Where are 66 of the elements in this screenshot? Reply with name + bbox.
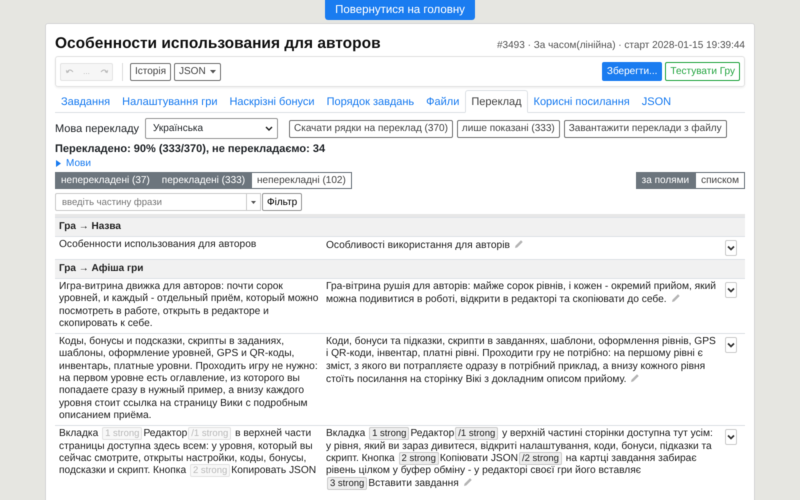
search-dropdown-button[interactable] [247,193,261,211]
translation-text: Особливості використання для авторів [326,239,720,256]
pencil-icon[interactable] [462,477,473,488]
chevron-down-icon [727,434,735,440]
row-menu-button[interactable] [725,337,737,354]
phrase-search-field[interactable]: введіть частину фрази [55,193,247,211]
filter-toggle[interactable]: перекладені (333) [156,172,252,189]
chevron-down-icon [727,342,735,348]
section-heading: Гра → Назва [55,218,745,236]
tab[interactable]: Налаштування гри [116,90,224,113]
action-button[interactable]: Скачати рядки на переклад (370) [289,120,453,138]
markup-tag: /1 strong [455,427,498,440]
row-menu-button[interactable] [725,240,737,256]
action-button[interactable]: лише показані (333) [456,120,560,138]
tab[interactable]: Завдання [55,90,116,113]
translation-text: Коди, бонуси та підказки, скрипти в завданнях, шаблони, оформлення рівнів, GPS і QR-коди, інвентар, платні рівні. Проходити гру не потрібно: на першому рівні є зміст, з якого ви потрапляєте одразу в потрібний приклад, а внизу кожного рівня стоїть посилання на сторінку Вікі з докладним описом прийому. [326,336,717,388]
tab[interactable]: Порядок завдань [320,90,420,113]
save-button[interactable]: Зберегти... [602,62,662,81]
tab[interactable]: Файли [420,90,466,113]
row-menu-button[interactable] [725,282,737,298]
pencil-icon[interactable] [514,239,524,249]
tab[interactable]: JSON [636,90,678,113]
markup-tag: /1 strong [188,427,232,440]
view-toggle[interactable]: за полями [636,172,696,189]
caret-icon [251,200,256,204]
action-button[interactable]: Завантажити переклади з файлу [564,120,727,138]
page-title: Особенности использования для авторов [55,35,381,53]
source-text: Особенности использования для авторов [59,239,258,252]
source-text: Вкладка 1 strong Редактор /1 strong в верхней части страницы доступна здесь всем: у уровня, который вы сейчас смотрите, открыты настройки, коды, бонусы, подсказки и скрипт. Кнопка 2 strong Копировать JSON [59,428,318,480]
source-text: Коды, бонусы и подсказки, скрипты в заданиях, шаблоны, оформление уровней, GPS и QR-коды, инвентарь, платные уровни. Проходить игру не нужно: на первом уровне есть оглавление, из которого вы попадаете сразу в нужный пример, а внизу каждого уровня стоит ссылка на страницу Вики с подробным описанием приёма. [59,336,319,422]
chevron-down-icon [265,126,273,131]
back-to-home-button[interactable]: Повернутися на головну [325,0,475,20]
game-meta-text: #3493 · За часом(лінійна) · старт 2028-01-15 19:39:44 [497,40,745,51]
markup-tag: 1 strong [102,427,142,440]
markup-tag: 2 strong [190,464,230,478]
row-menu-button[interactable] [725,429,737,446]
history-button[interactable]: Історія [130,62,172,80]
markup-tag: /2 strong [519,452,562,465]
test-game-button[interactable]: Тестувати Гру [665,62,740,81]
filter-button[interactable]: Фільтр [262,193,302,211]
tab[interactable]: Переклад [465,90,528,113]
section-heading: Гра → Афіша гри [55,260,745,278]
pencil-icon[interactable] [630,373,640,384]
translation-summary: Перекладено: 90% (333/370), не перекладаємо: 34 [55,143,326,155]
markup-tag: 2 strong [398,452,439,465]
markup-tag: 1 strong [369,427,410,440]
markup-tag: 3 strong [327,477,368,490]
translation-text: Гра-вітрина рушія для авторів: майже сорок рівнів, і кожен - окремий прийом, який можна подивитися в роботі, відкрити в редакторі та скопіювати до себе. [326,281,717,308]
undo-icon [66,68,74,75]
filter-toggle[interactable]: неперекладні (102) [251,172,352,189]
caret-icon [210,70,216,74]
languages-toggle[interactable]: Мови [55,158,91,169]
source-text: Игра-витрина движка для авторов: почти сорок уровней, и каждый - отдельный приём, который можно посмотреть в работе, открыть в редакторе и скопировать к себе. [59,281,320,330]
tab[interactable]: Корисні посилання [528,90,636,113]
redo-icon [100,68,108,75]
translation-text: Вкладка 1 strong Редактор /1 strong у верхній частині сторінки доступна тут усім: у рівня, який ви зараз дивитеся, відкриті налаштування, коди, бонуси, підказки та скрипт. Кнопка 2 strong Копіювати JSON /2 strong на картці завдання забирає рівень цілком у буфер обміну - у редакторі своєї гри його вставляє 3 strong Вставити завдання [326,428,714,491]
view-toggle[interactable]: списком [695,172,745,189]
filter-toggle[interactable]: неперекладені (37) [55,172,156,189]
pencil-icon[interactable] [670,293,681,304]
language-select[interactable]: Українська [145,118,278,139]
chevron-down-icon [727,287,735,293]
tab[interactable]: Наскрізні бонуси [223,90,321,113]
caret-right-icon [55,160,62,167]
chevron-down-icon [727,245,735,251]
json-menu-button[interactable]: JSON [174,62,221,80]
language-label: Мова перекладу [55,122,139,134]
